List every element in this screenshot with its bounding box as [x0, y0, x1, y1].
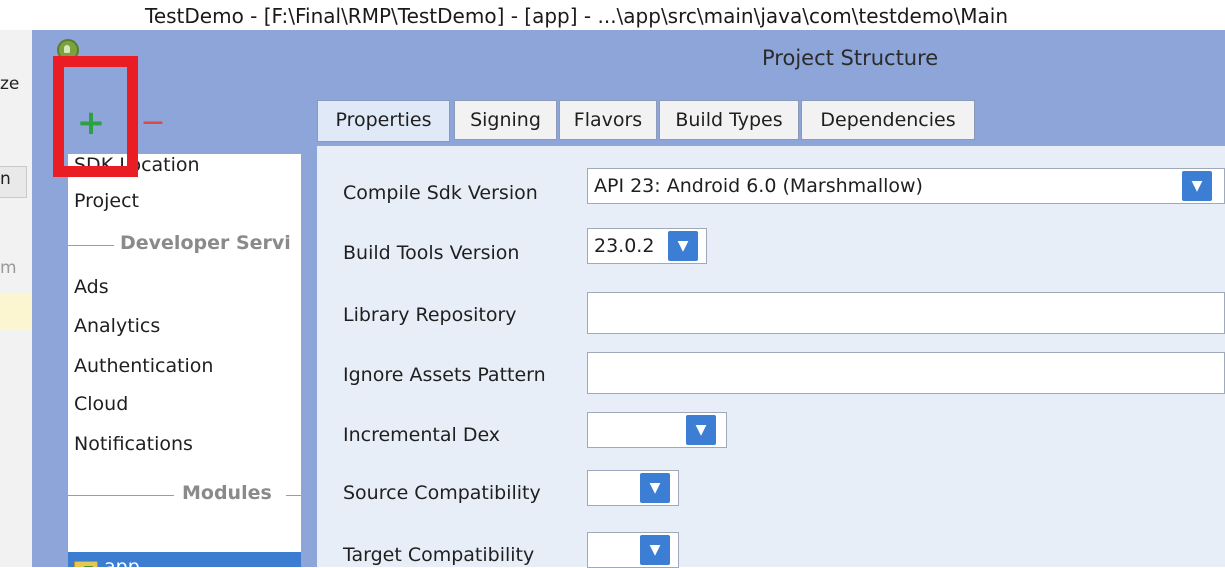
- module-label: app: [104, 556, 140, 567]
- library-repository-label: Library Repository: [343, 304, 517, 326]
- chevron-down-icon[interactable]: ▼: [640, 535, 670, 565]
- list-item-cloud[interactable]: Cloud: [74, 393, 128, 415]
- section-header-modules: Modules: [68, 482, 301, 508]
- tab-dependencies[interactable]: Dependencies: [801, 100, 975, 140]
- chevron-down-icon[interactable]: ▼: [686, 415, 716, 445]
- remove-module-button[interactable]: −: [138, 108, 168, 138]
- ide-fragment-text: ze: [0, 74, 20, 94]
- source-compatibility-label: Source Compatibility: [343, 482, 541, 504]
- chevron-down-icon[interactable]: ▼: [668, 231, 698, 261]
- incremental-dex-label: Incremental Dex: [343, 424, 501, 446]
- build-tools-select[interactable]: 23.0.2 ▼: [587, 228, 707, 264]
- compile-sdk-select[interactable]: API 23: Android 6.0 (Marshmallow) ▼: [587, 168, 1225, 204]
- section-divider: [286, 495, 301, 496]
- module-folder-icon: [74, 561, 98, 567]
- structure-list: SDK Location Project Developer Servi Ads…: [68, 154, 301, 567]
- dialog-title-bar: Project Structure: [32, 30, 1225, 88]
- list-item-notifications[interactable]: Notifications: [74, 433, 193, 455]
- ide-fragment-text: n: [0, 169, 11, 189]
- chevron-down-icon[interactable]: ▼: [1182, 171, 1212, 201]
- ignore-assets-label: Ignore Assets Pattern: [343, 364, 546, 386]
- list-item-project[interactable]: Project: [74, 190, 139, 212]
- compile-sdk-label: Compile Sdk Version: [343, 182, 538, 204]
- chevron-down-icon[interactable]: ▼: [640, 473, 670, 503]
- list-item-ads[interactable]: Ads: [74, 276, 109, 298]
- left-toolbar: + −: [32, 88, 312, 152]
- ide-window-title: TestDemo - [F:\Final\RMP\TestDemo] - [ap…: [0, 0, 1225, 30]
- list-item-authentication[interactable]: Authentication: [74, 355, 213, 377]
- properties-panel: Compile Sdk Version API 23: Android 6.0 …: [317, 146, 1225, 568]
- library-repository-input[interactable]: [587, 292, 1225, 334]
- ide-highlighted-line: [0, 294, 32, 330]
- ide-tab-fragment: n: [0, 166, 27, 198]
- tab-flavors[interactable]: Flavors: [559, 100, 657, 140]
- project-structure-dialog: Project Structure + − SDK Location Proje…: [32, 30, 1225, 568]
- ide-title-text: TestDemo - [F:\Final\RMP\TestDemo] - [ap…: [145, 4, 1009, 28]
- ide-left-strip: ze n m: [0, 30, 32, 567]
- target-compatibility-label: Target Compatibility: [343, 544, 535, 566]
- source-compatibility-select[interactable]: ▼: [587, 470, 679, 506]
- compile-sdk-value: API 23: Android 6.0 (Marshmallow): [594, 175, 923, 197]
- add-module-button[interactable]: +: [76, 106, 106, 140]
- tab-build-types[interactable]: Build Types: [659, 100, 799, 140]
- list-item-sdk-location[interactable]: SDK Location: [74, 154, 200, 176]
- tab-properties[interactable]: Properties: [317, 100, 450, 142]
- section-divider: [68, 245, 114, 246]
- section-header-developer-services: Developer Servi: [68, 232, 301, 258]
- section-title: Modules: [182, 482, 272, 504]
- incremental-dex-select[interactable]: ▼: [587, 412, 727, 448]
- build-tools-label: Build Tools Version: [343, 242, 520, 264]
- dialog-title: Project Structure: [762, 46, 939, 70]
- target-compatibility-select[interactable]: ▼: [587, 532, 679, 568]
- build-tools-value: 23.0.2: [594, 235, 655, 257]
- ignore-assets-input[interactable]: [587, 352, 1225, 394]
- list-item-module-app[interactable]: app: [68, 552, 301, 567]
- ide-fragment-text: m: [0, 258, 17, 278]
- section-title: Developer Servi: [120, 232, 291, 254]
- section-divider: [68, 495, 174, 496]
- list-item-analytics[interactable]: Analytics: [74, 315, 160, 337]
- tab-signing[interactable]: Signing: [454, 100, 557, 140]
